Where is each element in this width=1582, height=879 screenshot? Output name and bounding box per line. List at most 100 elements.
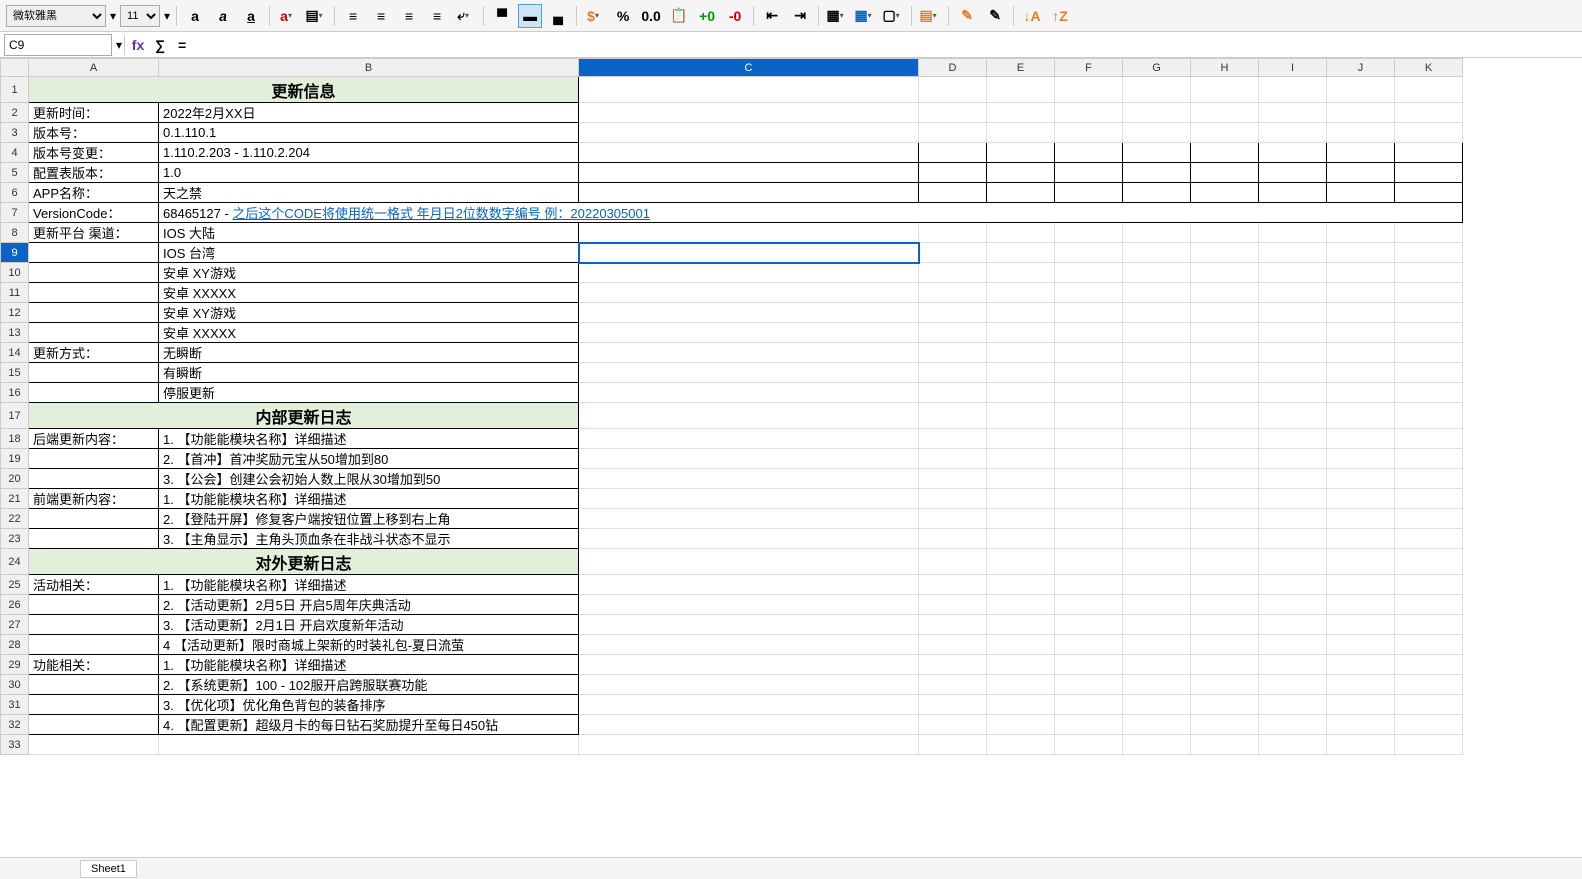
border-style-button[interactable]: ▦▾ xyxy=(853,4,877,28)
cell[interactable] xyxy=(1327,323,1395,343)
cell[interactable] xyxy=(1191,429,1259,449)
cell[interactable] xyxy=(1055,735,1123,755)
cell[interactable]: 安卓 XY游戏 xyxy=(159,303,579,323)
row-header[interactable]: 27 xyxy=(1,615,29,635)
increase-indent-button[interactable]: ⇥ xyxy=(788,4,812,28)
row-header[interactable]: 23 xyxy=(1,529,29,549)
column-header[interactable]: E xyxy=(987,59,1055,77)
cell[interactable] xyxy=(919,489,987,509)
cell[interactable] xyxy=(579,615,919,635)
cell[interactable] xyxy=(919,123,987,143)
cell[interactable] xyxy=(1055,123,1123,143)
number-format-button[interactable]: 0.0 xyxy=(639,4,663,28)
cell[interactable] xyxy=(1055,263,1123,283)
row-header[interactable]: 22 xyxy=(1,509,29,529)
cell[interactable]: 4 【活动更新】限时商城上架新的时装礼包-夏日流萤 xyxy=(159,635,579,655)
cell[interactable] xyxy=(1055,549,1123,575)
cell[interactable] xyxy=(1191,143,1259,163)
cell[interactable] xyxy=(987,635,1055,655)
cell[interactable] xyxy=(29,363,159,383)
cell[interactable] xyxy=(1259,655,1327,675)
cell[interactable] xyxy=(1259,715,1327,735)
cell[interactable] xyxy=(29,303,159,323)
cell[interactable] xyxy=(1191,243,1259,263)
row-header[interactable]: 29 xyxy=(1,655,29,675)
cell[interactable]: 1.0 xyxy=(159,163,579,183)
cell[interactable] xyxy=(579,123,919,143)
cell[interactable] xyxy=(1395,735,1463,755)
cell[interactable] xyxy=(1123,695,1191,715)
cell[interactable] xyxy=(919,263,987,283)
cell[interactable] xyxy=(1055,615,1123,635)
select-all-corner[interactable] xyxy=(1,59,29,77)
row-header[interactable]: 19 xyxy=(1,449,29,469)
row-header[interactable]: 24 xyxy=(1,549,29,575)
cell[interactable]: 1. 【功能能模块名称】详细描述 xyxy=(159,655,579,675)
cell[interactable]: 68465127 - 之后这个CODE将使用统一格式 年月日2位数数字编号 例：… xyxy=(159,203,1463,223)
cell[interactable] xyxy=(987,183,1055,203)
cell[interactable] xyxy=(1395,549,1463,575)
column-header[interactable]: C xyxy=(579,59,919,77)
cell[interactable] xyxy=(1327,183,1395,203)
cell[interactable] xyxy=(1395,303,1463,323)
row-header[interactable]: 10 xyxy=(1,263,29,283)
column-header[interactable]: I xyxy=(1259,59,1327,77)
cell[interactable] xyxy=(1327,143,1395,163)
cell[interactable] xyxy=(579,549,919,575)
font-name-select[interactable]: 微软雅黑 xyxy=(6,5,106,27)
increase-decimal-button[interactable]: +0 xyxy=(695,4,719,28)
cell[interactable]: IOS 大陆 xyxy=(159,223,579,243)
row-header[interactable]: 25 xyxy=(1,575,29,595)
cell[interactable] xyxy=(1395,615,1463,635)
cell[interactable] xyxy=(1259,529,1327,549)
cell[interactable] xyxy=(29,615,159,635)
cell[interactable] xyxy=(1327,449,1395,469)
cell[interactable]: 活动相关： xyxy=(29,575,159,595)
cell[interactable] xyxy=(987,429,1055,449)
cell[interactable] xyxy=(1191,735,1259,755)
row-header[interactable]: 33 xyxy=(1,735,29,755)
cell[interactable] xyxy=(579,575,919,595)
cell[interactable] xyxy=(1259,163,1327,183)
cell[interactable] xyxy=(1191,615,1259,635)
cell[interactable] xyxy=(1327,715,1395,735)
bold-button[interactable]: a xyxy=(183,4,207,28)
cell[interactable] xyxy=(1191,123,1259,143)
valign-middle-button[interactable]: ▬ xyxy=(518,4,542,28)
cell[interactable] xyxy=(29,529,159,549)
cell[interactable] xyxy=(1395,77,1463,103)
cell[interactable] xyxy=(987,143,1055,163)
font-color-button[interactable]: a▾ xyxy=(276,4,300,28)
cell[interactable] xyxy=(29,243,159,263)
cell[interactable] xyxy=(1123,509,1191,529)
cell[interactable] xyxy=(1123,323,1191,343)
cell[interactable] xyxy=(987,529,1055,549)
cell[interactable] xyxy=(919,283,987,303)
cell[interactable] xyxy=(1259,303,1327,323)
font-size-select[interactable]: 11 xyxy=(120,5,160,27)
row-header[interactable]: 30 xyxy=(1,675,29,695)
cell[interactable] xyxy=(919,223,987,243)
cell[interactable] xyxy=(1395,655,1463,675)
cell[interactable] xyxy=(1327,77,1395,103)
cell[interactable] xyxy=(987,77,1055,103)
cell[interactable] xyxy=(579,223,919,243)
cell[interactable]: 3. 【公会】创建公会初始人数上限从30增加到50 xyxy=(159,469,579,489)
conditional-format-button[interactable]: ▤▾ xyxy=(918,4,942,28)
cell[interactable] xyxy=(1259,283,1327,303)
cell[interactable] xyxy=(1327,343,1395,363)
cell[interactable] xyxy=(1259,635,1327,655)
cell[interactable] xyxy=(1191,323,1259,343)
cell[interactable] xyxy=(1259,323,1327,343)
cell[interactable] xyxy=(1123,363,1191,383)
cell[interactable] xyxy=(987,449,1055,469)
cell[interactable] xyxy=(1259,509,1327,529)
row-header[interactable]: 15 xyxy=(1,363,29,383)
cell[interactable] xyxy=(1327,383,1395,403)
cell[interactable] xyxy=(1395,695,1463,715)
cell[interactable] xyxy=(919,243,987,263)
row-header[interactable]: 2 xyxy=(1,103,29,123)
cell[interactable] xyxy=(1395,635,1463,655)
cell[interactable] xyxy=(987,615,1055,635)
row-header[interactable]: 16 xyxy=(1,383,29,403)
